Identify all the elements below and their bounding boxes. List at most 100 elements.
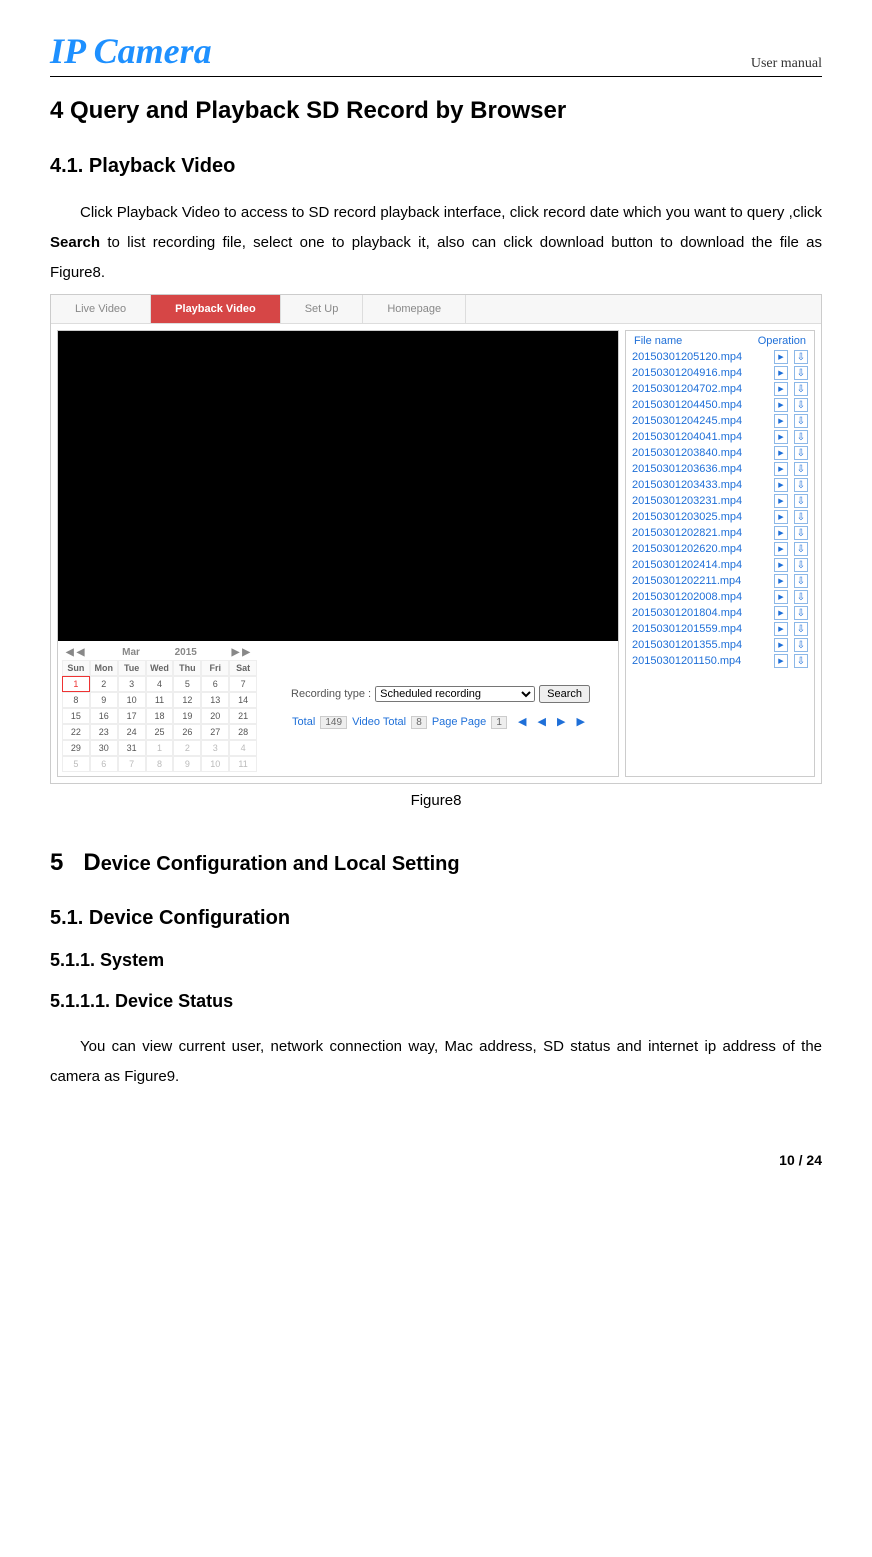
calendar-day[interactable]: 28	[229, 724, 257, 740]
download-icon[interactable]	[794, 622, 808, 636]
play-icon[interactable]	[774, 510, 788, 524]
calendar-day[interactable]: 4	[229, 740, 257, 756]
play-icon[interactable]	[774, 606, 788, 620]
play-icon[interactable]	[774, 526, 788, 540]
calendar-day[interactable]: 22	[62, 724, 90, 740]
calendar-day[interactable]: 8	[62, 692, 90, 708]
play-icon[interactable]	[774, 638, 788, 652]
play-icon[interactable]	[774, 350, 788, 364]
tab-homepage[interactable]: Homepage	[363, 295, 466, 323]
play-icon[interactable]	[774, 446, 788, 460]
play-icon[interactable]	[774, 590, 788, 604]
download-icon[interactable]	[794, 542, 808, 556]
recording-type-select[interactable]: Scheduled recording	[375, 686, 535, 702]
download-icon[interactable]	[794, 638, 808, 652]
calendar-day[interactable]: 1	[62, 676, 90, 692]
calendar-day[interactable]: 30	[90, 740, 118, 756]
calendar-day[interactable]: 24	[118, 724, 146, 740]
play-icon[interactable]	[774, 478, 788, 492]
file-name: 20150301204450.mp4	[632, 399, 774, 411]
calendar-day[interactable]: 13	[201, 692, 229, 708]
tab-set-up[interactable]: Set Up	[281, 295, 364, 323]
download-icon[interactable]	[794, 398, 808, 412]
calendar-day[interactable]: 1	[146, 740, 174, 756]
download-icon[interactable]	[794, 446, 808, 460]
download-icon[interactable]	[794, 366, 808, 380]
file-list-panel: File name Operation 20150301205120.mp420…	[625, 330, 815, 777]
calendar-day[interactable]: 23	[90, 724, 118, 740]
calendar-day[interactable]: 19	[173, 708, 201, 724]
calendar-day[interactable]: 2	[173, 740, 201, 756]
calendar-day[interactable]: 10	[201, 756, 229, 772]
play-icon[interactable]	[774, 382, 788, 396]
calendar-prev-icon[interactable]: ◀◀	[66, 647, 87, 658]
download-icon[interactable]	[794, 510, 808, 524]
calendar-day[interactable]: 9	[173, 756, 201, 772]
download-icon[interactable]	[794, 462, 808, 476]
calendar-grid[interactable]: Sun Mon Tue Wed Thu Fri Sat 1 2 3 4 5 6 …	[62, 660, 257, 772]
tab-playback-video[interactable]: Playback Video	[151, 295, 281, 323]
play-icon[interactable]	[774, 430, 788, 444]
download-icon[interactable]	[794, 654, 808, 668]
calendar-day[interactable]: 17	[118, 708, 146, 724]
download-icon[interactable]	[794, 574, 808, 588]
calendar-day[interactable]: 26	[173, 724, 201, 740]
download-icon[interactable]	[794, 590, 808, 604]
date-calendar[interactable]: ◀◀ Mar 2015 ▶▶ Sun Mon Tue Wed Thu Fri S…	[62, 645, 257, 772]
calendar-day[interactable]: 20	[201, 708, 229, 724]
play-icon[interactable]	[774, 622, 788, 636]
calendar-next-icon[interactable]: ▶▶	[232, 647, 253, 658]
calendar-day[interactable]: 11	[146, 692, 174, 708]
download-icon[interactable]	[794, 558, 808, 572]
calendar-day[interactable]: 16	[90, 708, 118, 724]
pager-nav-icons[interactable]: ◀ ◀ ▶ ▶	[518, 716, 589, 728]
calendar-day[interactable]: 12	[173, 692, 201, 708]
calendar-day[interactable]: 7	[229, 676, 257, 692]
play-icon[interactable]	[774, 654, 788, 668]
calendar-day[interactable]: 6	[201, 676, 229, 692]
calendar-day[interactable]: 21	[229, 708, 257, 724]
calendar-day[interactable]: 7	[118, 756, 146, 772]
calendar-day[interactable]: 29	[62, 740, 90, 756]
calendar-day[interactable]: 4	[146, 676, 174, 692]
calendar-day[interactable]: 14	[229, 692, 257, 708]
play-icon[interactable]	[774, 414, 788, 428]
download-icon[interactable]	[794, 414, 808, 428]
file-row: 20150301201150.mp4	[628, 653, 812, 669]
calendar-day[interactable]: 11	[229, 756, 257, 772]
download-icon[interactable]	[794, 478, 808, 492]
calendar-day[interactable]: 8	[146, 756, 174, 772]
play-icon[interactable]	[774, 366, 788, 380]
calendar-day[interactable]: 27	[201, 724, 229, 740]
calendar-day[interactable]: 9	[90, 692, 118, 708]
calendar-day[interactable]: 15	[62, 708, 90, 724]
calendar-day[interactable]: 2	[90, 676, 118, 692]
search-button[interactable]: Search	[539, 685, 590, 703]
section-5-title: 5 Device Configuration and Local Setting	[50, 849, 822, 877]
calendar-day[interactable]: 18	[146, 708, 174, 724]
tab-live-video[interactable]: Live Video	[51, 295, 151, 323]
file-name: 20150301202211.mp4	[632, 575, 774, 587]
calendar-day[interactable]: 5	[173, 676, 201, 692]
calendar-day[interactable]: 25	[146, 724, 174, 740]
play-icon[interactable]	[774, 574, 788, 588]
download-icon[interactable]	[794, 430, 808, 444]
file-row: 20150301203636.mp4	[628, 461, 812, 477]
download-icon[interactable]	[794, 526, 808, 540]
calendar-day[interactable]: 31	[118, 740, 146, 756]
download-icon[interactable]	[794, 606, 808, 620]
download-icon[interactable]	[794, 350, 808, 364]
calendar-day[interactable]: 3	[118, 676, 146, 692]
play-icon[interactable]	[774, 494, 788, 508]
play-icon[interactable]	[774, 462, 788, 476]
play-icon[interactable]	[774, 542, 788, 556]
calendar-day[interactable]: 10	[118, 692, 146, 708]
play-icon[interactable]	[774, 558, 788, 572]
calendar-day[interactable]: 6	[90, 756, 118, 772]
play-icon[interactable]	[774, 398, 788, 412]
calendar-day[interactable]: 3	[201, 740, 229, 756]
download-icon[interactable]	[794, 382, 808, 396]
video-playback-area[interactable]	[58, 331, 618, 641]
calendar-day[interactable]: 5	[62, 756, 90, 772]
download-icon[interactable]	[794, 494, 808, 508]
